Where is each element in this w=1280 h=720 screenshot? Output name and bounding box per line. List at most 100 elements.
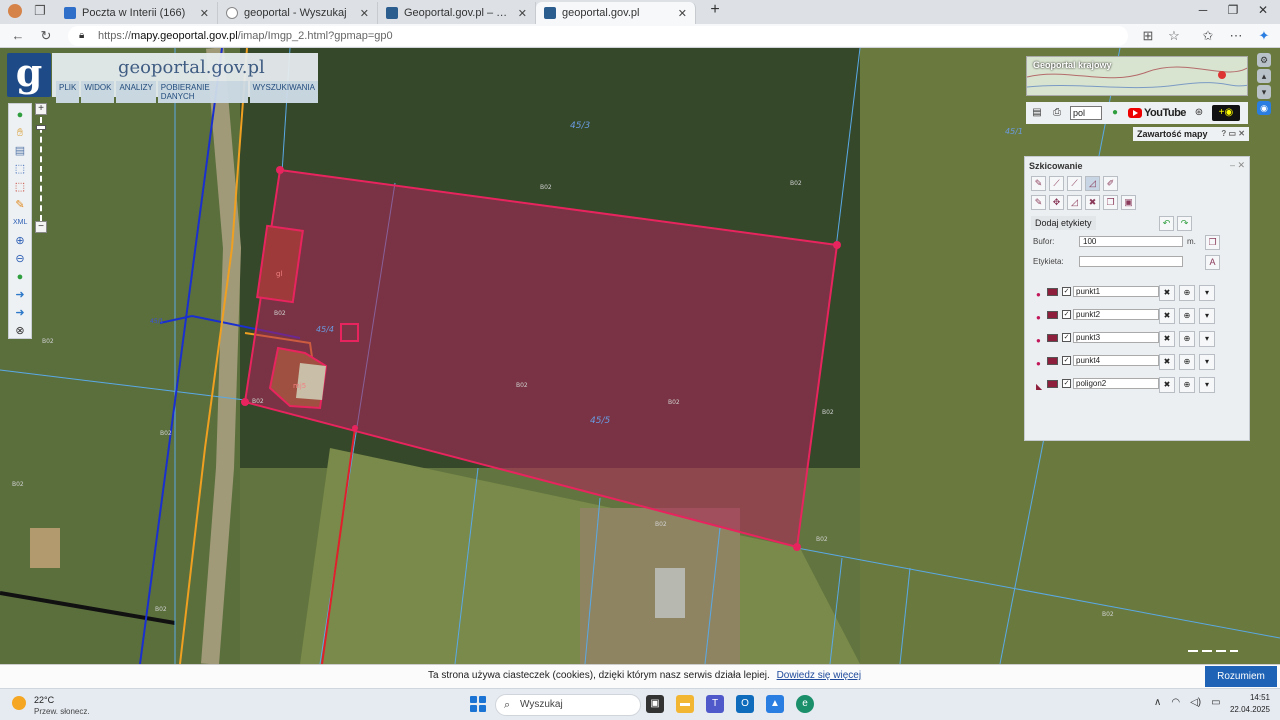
undo-icon[interactable]: ↶ bbox=[1159, 216, 1174, 231]
buffer-apply-icon[interactable]: ❐ bbox=[1205, 235, 1220, 250]
menu-analizy[interactable]: ANALIZY bbox=[116, 81, 156, 103]
erase-icon[interactable]: ✖ bbox=[1159, 377, 1175, 393]
favorites-icon[interactable]: ✩ bbox=[1200, 28, 1216, 44]
close-icon[interactable]: ✕ bbox=[200, 7, 209, 20]
chevron-down-icon[interactable]: ▾ bbox=[1199, 331, 1215, 347]
edge-icon[interactable]: e bbox=[796, 695, 814, 713]
vertex-handle[interactable] bbox=[276, 166, 284, 174]
panel-close-icon[interactable]: – ✕ bbox=[1230, 160, 1245, 171]
label-style-icon[interactable]: A bbox=[1205, 255, 1220, 270]
zoom-to-icon[interactable]: ⊕ bbox=[1179, 285, 1195, 301]
visibility-checkbox[interactable]: ✓ bbox=[1062, 310, 1071, 319]
info-icon[interactable]: ● bbox=[13, 108, 27, 122]
draw-freehand-icon[interactable]: ✐ bbox=[1103, 176, 1118, 191]
vertex-handle[interactable] bbox=[793, 543, 801, 551]
minimize-button[interactable]: ─ bbox=[1188, 3, 1218, 21]
feature-name-input[interactable]: punkt1 bbox=[1073, 286, 1159, 297]
tab-geoportal-infra[interactable]: Geoportal.gov.pl – Geoportal Infra ✕ bbox=[378, 2, 536, 24]
reshape-icon[interactable]: ◿ bbox=[1067, 195, 1082, 210]
taskbar-search[interactable]: ⌕ Wyszukaj bbox=[495, 694, 641, 716]
start-button[interactable] bbox=[470, 696, 486, 712]
color-swatch[interactable] bbox=[1047, 288, 1058, 296]
volume-icon[interactable]: ◁) bbox=[1190, 697, 1201, 708]
contrast-eye-button[interactable]: +◉ bbox=[1211, 105, 1240, 121]
photos-icon[interactable]: ▲ bbox=[766, 695, 784, 713]
forward-arrow-icon[interactable]: ➜ bbox=[13, 306, 27, 320]
tab-actions-icon[interactable]: ❐ bbox=[32, 3, 48, 19]
clock[interactable]: 14:51 22.04.2025 bbox=[1228, 692, 1270, 716]
language-select[interactable]: pol bbox=[1070, 106, 1102, 120]
export-icon[interactable]: ▣ bbox=[1121, 195, 1136, 210]
edit-icon[interactable]: ✎ bbox=[1031, 195, 1046, 210]
chevron-down-icon[interactable]: ▾ bbox=[1199, 308, 1215, 324]
add-labels-button[interactable]: Dodaj etykiety bbox=[1031, 216, 1096, 230]
collapse-icon[interactable]: ▾ bbox=[1257, 85, 1271, 99]
color-swatch[interactable] bbox=[1047, 380, 1058, 388]
visibility-checkbox[interactable]: ✓ bbox=[1062, 333, 1071, 342]
select-icon[interactable]: ⬚ bbox=[13, 162, 27, 176]
vertex-handle[interactable] bbox=[833, 241, 841, 249]
eye-icon[interactable]: ◉ bbox=[1257, 101, 1271, 115]
menu-pobieranie-danych[interactable]: POBIERANIE DANYCH bbox=[157, 81, 248, 103]
overview-minimap[interactable]: Geoportal krajowy bbox=[1026, 56, 1248, 96]
feature-name-input[interactable]: punkt3 bbox=[1073, 332, 1159, 343]
file-explorer-icon[interactable]: ▬ bbox=[676, 695, 694, 713]
zoom-thumb[interactable] bbox=[36, 125, 46, 130]
copilot-icon[interactable]: ✦ bbox=[1256, 28, 1272, 44]
chevron-down-icon[interactable]: ▾ bbox=[1199, 285, 1215, 301]
new-tab-button[interactable]: + bbox=[700, 1, 730, 19]
refresh-icon[interactable]: ↻ bbox=[38, 28, 54, 44]
map-view[interactable]: 45/3 45/5 45/4 45/1 45/1 gl mj5 B02 B02 … bbox=[0, 48, 1280, 664]
redo-icon[interactable]: ↷ bbox=[1177, 216, 1192, 231]
label-input[interactable] bbox=[1079, 256, 1183, 267]
zoom-in-icon[interactable]: ⊕ bbox=[13, 234, 27, 248]
draw-line-icon[interactable]: ⟋ bbox=[1049, 176, 1064, 191]
vertex-handle[interactable] bbox=[241, 398, 249, 406]
youtube-link[interactable]: YouTube bbox=[1128, 107, 1186, 119]
chevron-down-icon[interactable]: ▾ bbox=[1199, 354, 1215, 370]
close-icon[interactable]: ✕ bbox=[678, 7, 687, 20]
zoom-out-icon[interactable]: ⊖ bbox=[13, 252, 27, 266]
close-icon[interactable]: ✕ bbox=[360, 7, 369, 20]
close-icon[interactable]: ✕ bbox=[518, 7, 527, 20]
feature-name-input[interactable]: punkt2 bbox=[1073, 309, 1159, 320]
move-icon[interactable]: ✥ bbox=[1049, 195, 1064, 210]
draw-path-icon[interactable]: ⟋ bbox=[1067, 176, 1082, 191]
remove-select-icon[interactable]: ⬚ bbox=[13, 180, 27, 194]
help-icon[interactable]: ● bbox=[1108, 106, 1122, 120]
color-swatch[interactable] bbox=[1047, 334, 1058, 342]
xml-icon[interactable]: XML bbox=[13, 216, 27, 230]
back-arrow-icon[interactable]: ← bbox=[10, 28, 26, 44]
draw-polygon-icon[interactable]: ◿ bbox=[1085, 176, 1100, 191]
zoom-to-icon[interactable]: ⊕ bbox=[1179, 331, 1195, 347]
maximize-button[interactable]: ❐ bbox=[1218, 3, 1248, 21]
close-window-button[interactable]: ✕ bbox=[1248, 3, 1278, 21]
outlook-icon[interactable]: O bbox=[736, 695, 754, 713]
erase-icon[interactable]: ✖ bbox=[1159, 308, 1175, 324]
menu-widok[interactable]: WIDOK bbox=[81, 81, 115, 103]
zoom-to-icon[interactable]: ⊕ bbox=[1179, 377, 1195, 393]
feature-name-input[interactable]: punkt4 bbox=[1073, 355, 1159, 366]
geoportal-logo[interactable]: g bbox=[7, 53, 51, 97]
color-swatch[interactable] bbox=[1047, 357, 1058, 365]
zoom-to-icon[interactable]: ⊕ bbox=[1179, 308, 1195, 324]
zoom-slider[interactable]: + − bbox=[35, 103, 47, 235]
visibility-checkbox[interactable]: ✓ bbox=[1062, 287, 1071, 296]
back-arrow-icon[interactable]: ➜ bbox=[13, 288, 27, 302]
tab-geoportal-active[interactable]: geoportal.gov.pl ✕ bbox=[536, 2, 696, 24]
erase-icon[interactable]: ✖ bbox=[1159, 285, 1175, 301]
print-icon[interactable]: ⎙ bbox=[1050, 106, 1064, 120]
color-swatch[interactable] bbox=[1047, 311, 1058, 319]
zoom-track[interactable] bbox=[40, 117, 42, 221]
buffer-input[interactable]: 100 bbox=[1079, 236, 1183, 247]
profile-avatar[interactable] bbox=[8, 4, 22, 18]
visibility-checkbox[interactable]: ✓ bbox=[1062, 356, 1071, 365]
delete-icon[interactable]: ✖ bbox=[1085, 195, 1100, 210]
globe-icon[interactable]: ● bbox=[13, 270, 27, 284]
chevron-down-icon[interactable]: ▾ bbox=[1199, 377, 1215, 393]
copy-icon[interactable]: ❐ bbox=[1103, 195, 1118, 210]
visibility-checkbox[interactable]: ✓ bbox=[1062, 379, 1071, 388]
zoom-to-icon[interactable]: ⊕ bbox=[1179, 354, 1195, 370]
erase-icon[interactable]: ✖ bbox=[1159, 354, 1175, 370]
zoom-plus-button[interactable]: + bbox=[35, 103, 47, 115]
